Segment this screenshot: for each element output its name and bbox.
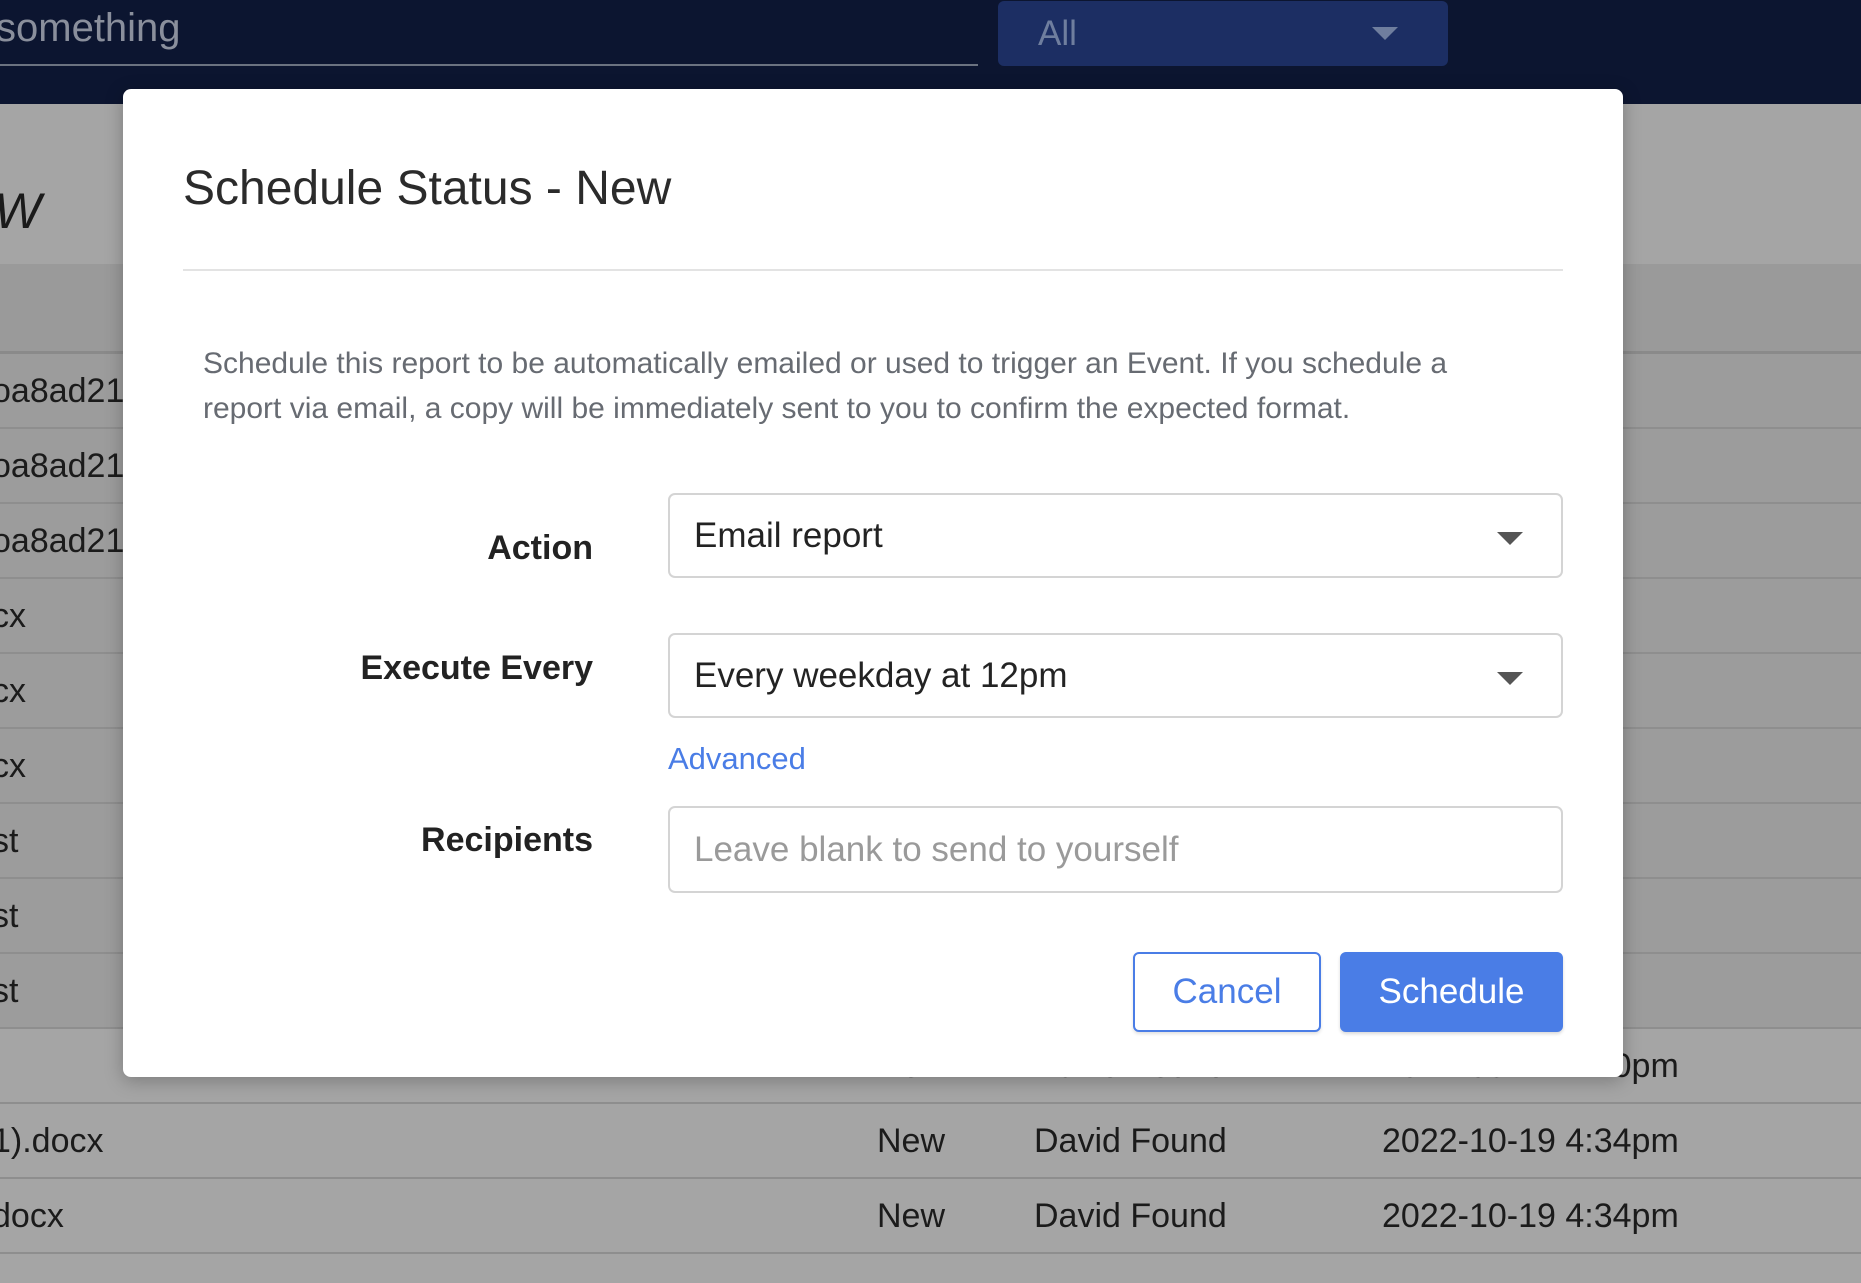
filter-select[interactable]: All — [998, 1, 1448, 66]
file-name-cell: cx — [0, 597, 26, 635]
chevron-down-icon — [1497, 672, 1523, 685]
recipients-input[interactable] — [668, 806, 1563, 893]
dialog-divider — [183, 269, 1563, 271]
file-name-cell: 1).docx — [0, 1122, 104, 1160]
search-input[interactable]: something — [0, 0, 978, 66]
cancel-button[interactable]: Cancel — [1133, 952, 1321, 1032]
owner-cell: David Found — [1034, 1122, 1227, 1160]
file-name-cell: st — [0, 897, 19, 935]
table-row[interactable]: docx New David Found 2022-10-19 4:34pm — [0, 1179, 1861, 1254]
file-name-cell: st — [0, 972, 19, 1010]
file-name-cell: docx — [0, 1197, 64, 1235]
file-name-cell: oa8ad21 — [0, 522, 125, 560]
date-cell: 2022-10-19 4:34pm — [1382, 1122, 1679, 1160]
search-input-text: something — [0, 6, 181, 50]
table-row[interactable]: 1).docx New David Found 2022-10-19 4:34pm — [0, 1104, 1861, 1179]
action-select[interactable]: Email report — [668, 493, 1563, 578]
execute-every-label: Execute Every — [360, 649, 594, 687]
date-cell: 2022-10-19 4:34pm — [1382, 1197, 1679, 1235]
status-cell: New — [877, 1197, 946, 1235]
filter-select-value: All — [1038, 14, 1077, 53]
file-name-cell: st — [0, 822, 19, 860]
action-select-value: Email report — [694, 516, 883, 555]
recipients-label: Recipients — [421, 821, 593, 859]
dialog-title: Schedule Status - New — [183, 162, 672, 215]
execute-every-value: Every weekday at 12pm — [694, 656, 1068, 695]
schedule-button[interactable]: Schedule — [1340, 952, 1563, 1032]
owner-cell: David Found — [1034, 1197, 1227, 1235]
file-name-cell: cx — [0, 672, 26, 710]
schedule-dialog: Schedule Status - New Schedule this repo… — [123, 89, 1623, 1077]
advanced-link[interactable]: Advanced — [668, 741, 806, 777]
file-name-cell: cx — [0, 747, 26, 785]
file-name-cell: oa8ad21 — [0, 372, 125, 410]
status-cell: New — [877, 1122, 946, 1160]
chevron-down-icon — [1372, 27, 1398, 40]
chevron-down-icon — [1497, 532, 1523, 545]
action-label: Action — [487, 529, 593, 567]
dialog-description: Schedule this report to be automatically… — [203, 347, 1448, 425]
file-name-cell: oa8ad21 — [0, 447, 125, 485]
execute-every-select[interactable]: Every weekday at 12pm — [668, 633, 1563, 718]
page-title: W — [0, 182, 41, 240]
